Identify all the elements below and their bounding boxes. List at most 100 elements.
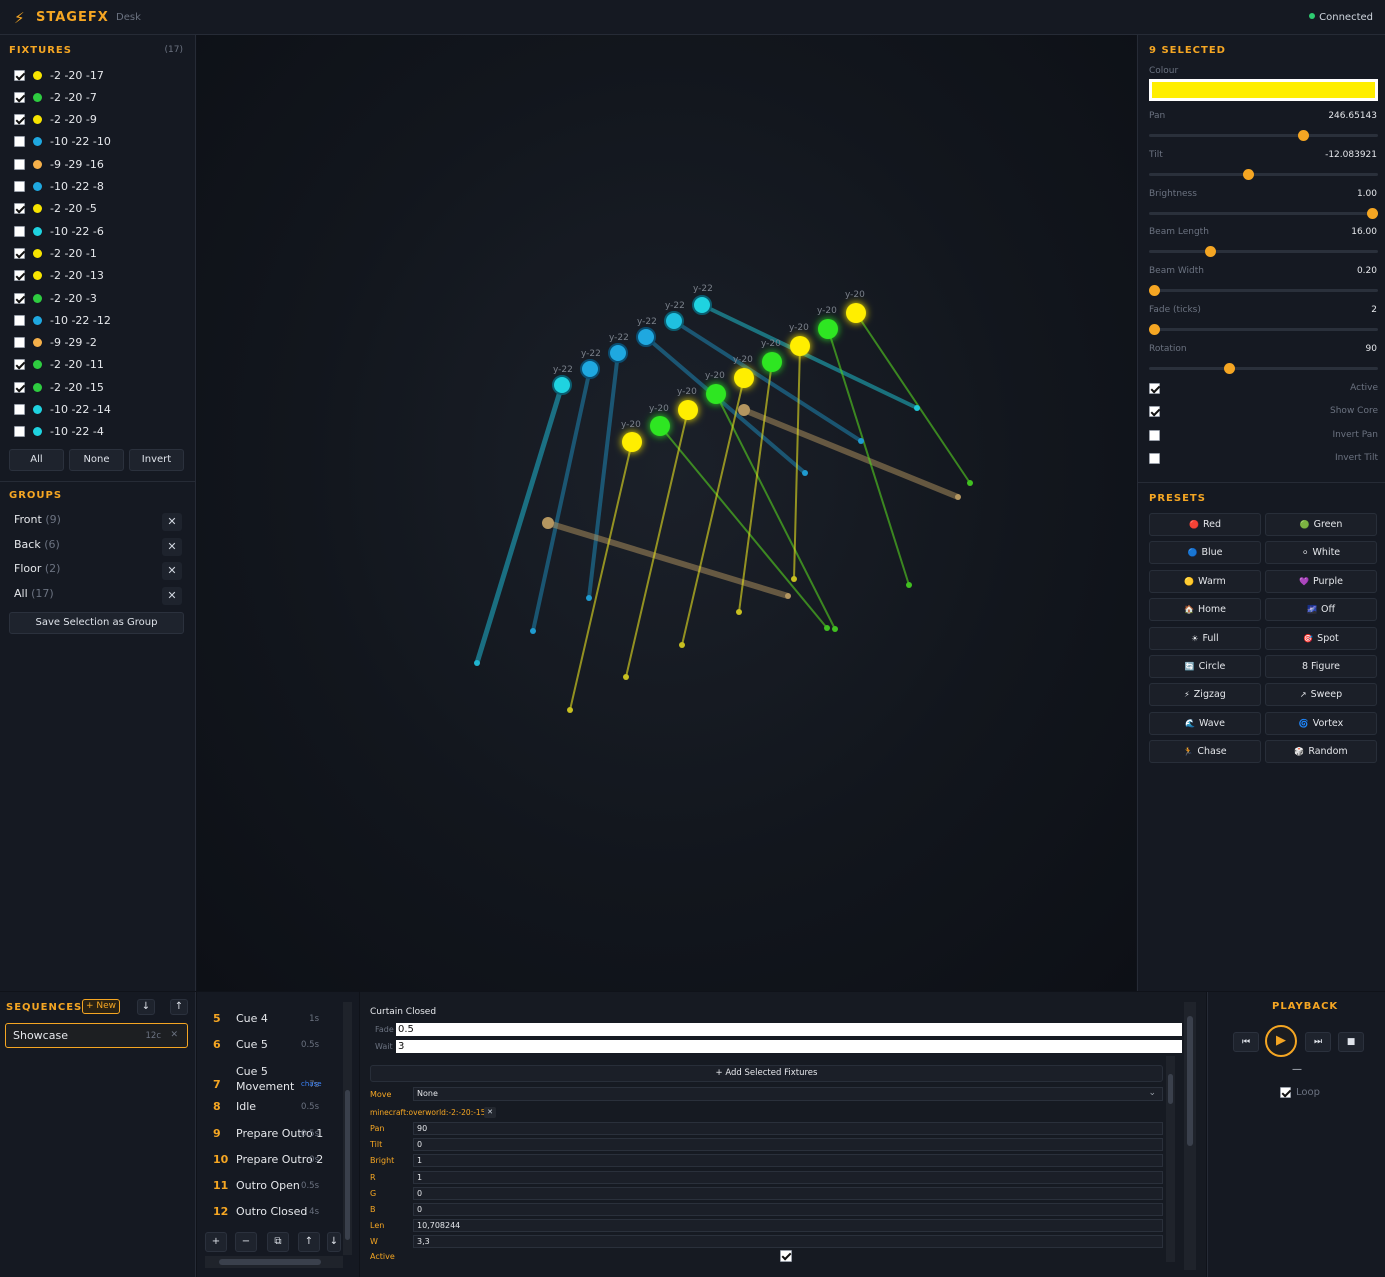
stop-button[interactable]: ■ [1338, 1032, 1364, 1052]
close-icon[interactable]: ✕ [170, 1030, 178, 1040]
fixture-checkbox[interactable] [14, 381, 25, 393]
preset-button[interactable]: 🟡 Warm [1149, 569, 1261, 593]
fixture-row[interactable]: -9 -29 -2 [14, 334, 97, 352]
fixture-head[interactable] [706, 384, 726, 404]
previous-icon[interactable]: ⏮ [1233, 1032, 1259, 1052]
preset-button[interactable]: 🔴 Red [1149, 513, 1261, 536]
field-input[interactable]: 90 [413, 1122, 1163, 1135]
select-none-button[interactable]: None [69, 449, 124, 471]
fixture-head[interactable] [818, 319, 838, 339]
cue-row[interactable]: 8 Idle 0.5s [197, 1100, 343, 1126]
option-row[interactable]: Invert Pan [1149, 429, 1378, 442]
option-checkbox[interactable] [1149, 429, 1160, 441]
slider-thumb[interactable] [1367, 207, 1378, 219]
group-row[interactable]: All (17) ✕ [14, 587, 182, 607]
fixture-checkbox[interactable] [14, 292, 25, 304]
scrollbar-thumb[interactable] [1168, 1074, 1173, 1104]
fixture-head[interactable] [738, 404, 750, 416]
close-icon[interactable]: ✕ [162, 562, 182, 581]
cue-row[interactable]: 5 Cue 4 1s [197, 1012, 343, 1038]
stage-canvas[interactable]: y-22 y-22 y-22 y-22 y-22 y-22 y-20 y-20 … [197, 35, 1136, 991]
preset-button[interactable]: 🏠 Home [1149, 598, 1261, 622]
duplicate-cue-button[interactable]: ⧉ [267, 1232, 289, 1252]
remove-cue-button[interactable]: − [235, 1232, 257, 1252]
cue-row[interactable]: 10 Prepare Outro 2 0s [197, 1153, 343, 1179]
fixture-head[interactable] [846, 303, 866, 323]
option-checkbox[interactable] [1149, 383, 1160, 394]
fixture-checkbox[interactable] [14, 69, 25, 81]
preset-button[interactable]: 🌀 Vortex [1265, 711, 1377, 735]
fixture-head[interactable] [608, 343, 628, 363]
property-slider[interactable] [1149, 324, 1378, 335]
new-sequence-button[interactable]: + New [82, 999, 120, 1014]
fixture-row[interactable]: -2 -20 -1 [14, 244, 97, 262]
fixture-checkbox[interactable] [14, 203, 25, 215]
fixture-row[interactable]: -2 -20 -13 [14, 267, 104, 285]
fixture-row[interactable]: -2 -20 -11 [14, 356, 104, 374]
close-icon[interactable]: ✕ [162, 537, 182, 556]
fixture-checkbox[interactable] [14, 314, 25, 326]
preset-button[interactable]: ↗ Sweep [1265, 683, 1377, 707]
preset-button[interactable]: ☀ Full [1149, 626, 1261, 650]
field-input[interactable]: 1 [413, 1154, 1163, 1168]
sequence-down-button[interactable]: ↓ [137, 999, 155, 1015]
preset-button[interactable]: 🔄 Circle [1149, 655, 1261, 678]
option-row[interactable]: Active [1149, 383, 1378, 395]
stage-viewport[interactable]: y-22 y-22 y-22 y-22 y-22 y-22 y-20 y-20 … [197, 35, 1136, 991]
group-row[interactable]: Floor (2) ✕ [14, 562, 182, 582]
fixture-row[interactable]: -10 -22 -6 [14, 222, 104, 240]
fade-input[interactable]: 0.5 [396, 1023, 1182, 1036]
fixture-row[interactable]: -2 -20 -7 [14, 88, 97, 106]
play-button[interactable]: ▶ [1265, 1025, 1297, 1057]
slider-thumb[interactable] [1149, 285, 1160, 297]
preset-button[interactable]: 🌊 Wave [1149, 711, 1261, 735]
fixture-row[interactable]: -2 -20 -3 [14, 289, 97, 307]
cue-row[interactable]: 6 Cue 5 0.5s [197, 1038, 343, 1064]
field-input[interactable]: 0 [413, 1203, 1163, 1216]
fixture-row[interactable]: -10 -22 -8 [14, 178, 104, 196]
fixture-checkbox[interactable] [14, 359, 25, 371]
add-cue-button[interactable]: + [205, 1232, 227, 1252]
close-icon[interactable]: ✕ [162, 513, 182, 531]
editor-scrollbar[interactable] [1184, 1002, 1196, 1270]
field-input[interactable]: 1 [413, 1170, 1163, 1184]
preset-button[interactable]: ⚡ Zigzag [1149, 683, 1261, 707]
preset-button[interactable]: 🎲 Random [1265, 740, 1377, 764]
fixture-checkbox[interactable] [14, 404, 25, 415]
move-select[interactable]: None ⌄ [413, 1087, 1163, 1101]
fixture-row[interactable]: -2 -20 -17 [14, 66, 104, 84]
fixture-row[interactable]: -10 -22 -14 [14, 401, 111, 419]
fixture-head[interactable] [790, 336, 810, 356]
cue-row[interactable]: 9 Prepare Outro 1 0.5s [197, 1127, 343, 1153]
option-row[interactable]: Invert Tilt [1149, 452, 1378, 465]
fixture-checkbox[interactable] [14, 225, 25, 237]
fixture-row[interactable]: -2 -20 -15 [14, 378, 104, 396]
fixture-checkbox[interactable] [14, 136, 25, 148]
option-checkbox[interactable] [1149, 406, 1160, 418]
invert-selection-button[interactable]: Invert [129, 449, 184, 471]
preset-button[interactable]: 💜 Purple [1265, 569, 1377, 593]
move-cue-down-button[interactable]: ↓ [327, 1232, 341, 1252]
fixture-head[interactable] [678, 400, 698, 420]
field-input[interactable]: 0 [413, 1186, 1163, 1200]
fixture-row[interactable]: -2 -20 -5 [14, 200, 97, 218]
option-checkbox[interactable] [1149, 452, 1160, 464]
fixture-head[interactable] [734, 368, 754, 388]
group-row[interactable]: Front (9) ✕ [14, 513, 182, 533]
preset-button[interactable]: 🔵 Blue [1149, 541, 1261, 565]
fixture-checkbox[interactable] [14, 426, 25, 438]
scrollbar-thumb[interactable] [1187, 1016, 1193, 1146]
preset-button[interactable]: 8 Figure [1265, 655, 1377, 678]
fixture-head[interactable] [692, 295, 712, 315]
property-slider[interactable] [1149, 168, 1378, 180]
property-slider[interactable] [1149, 285, 1378, 297]
close-icon[interactable]: ✕ [484, 1107, 496, 1118]
add-fixtures-button[interactable]: + Add Selected Fixtures [370, 1065, 1163, 1082]
fixture-head[interactable] [650, 416, 670, 436]
scrollbar-thumb[interactable] [219, 1259, 321, 1265]
property-slider[interactable] [1149, 362, 1378, 374]
fixture-head[interactable] [636, 327, 656, 347]
loop-checkbox[interactable] [1280, 1087, 1291, 1098]
colour-picker[interactable] [1149, 79, 1378, 101]
property-slider[interactable] [1149, 130, 1378, 141]
